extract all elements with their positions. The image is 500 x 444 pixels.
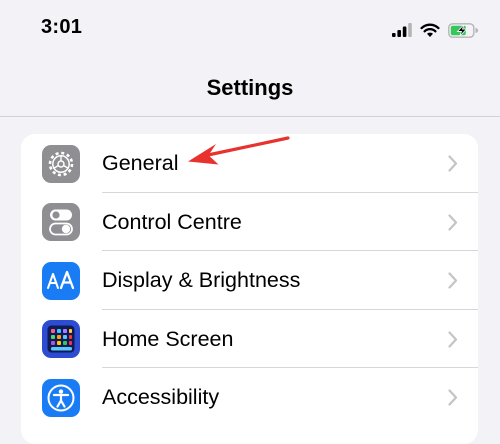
settings-row-home-screen[interactable]: Home Screen	[21, 310, 478, 368]
gear-icon	[42, 144, 80, 183]
chevron-right-icon	[448, 330, 458, 348]
arrow-annotation	[188, 136, 290, 165]
app-grid-icon	[42, 320, 80, 358]
nav-header: Settings	[0, 62, 500, 117]
settings-row-label: Control Centre	[102, 209, 242, 234]
settings-row-display-brightness[interactable]: Display & Brightness	[21, 251, 478, 310]
accessibility-icon	[42, 378, 80, 417]
text-size-icon	[42, 261, 80, 300]
wifi-icon	[420, 23, 440, 37]
chevron-right-icon	[448, 389, 458, 406]
status-bar: 3:01	[0, 0, 500, 62]
chevron-right-icon	[448, 272, 458, 289]
settings-row-label: General	[102, 151, 179, 175]
settings-row-label: Display & Brightness	[102, 268, 301, 292]
chevron-right-icon	[448, 155, 458, 172]
settings-list: General Control Centre Display & Brightn…	[21, 134, 478, 444]
settings-row-control-centre[interactable]: Control Centre	[21, 193, 478, 251]
toggles-icon	[42, 203, 80, 241]
chevron-right-icon	[448, 213, 458, 231]
signal-icon	[392, 23, 412, 37]
settings-row-label: Accessibility	[102, 385, 220, 409]
status-icons	[392, 20, 478, 40]
page-title: Settings	[206, 75, 294, 100]
settings-row-label: Home Screen	[102, 326, 234, 351]
battery-charging-icon	[448, 22, 478, 38]
settings-row-accessibility[interactable]: Accessibility	[21, 368, 478, 427]
status-time: 3:01	[41, 16, 83, 38]
